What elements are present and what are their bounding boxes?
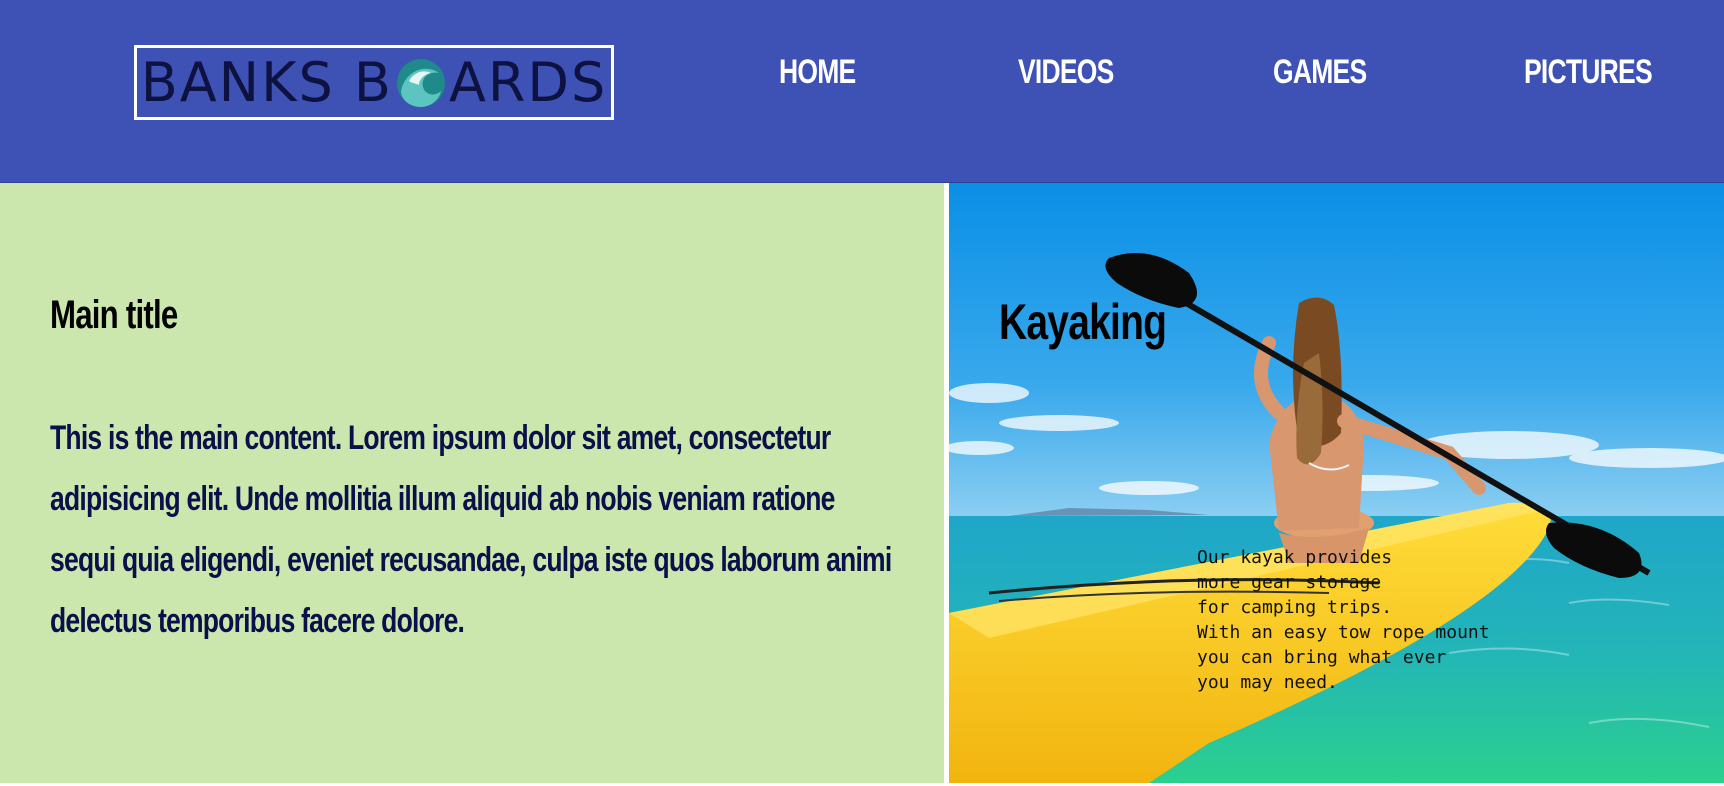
banks-boards-logo[interactable]: BANKS B ARDS bbox=[134, 45, 614, 120]
logo-text-left: BANKS B bbox=[140, 51, 393, 114]
nav-home-link[interactable]: HOME bbox=[779, 52, 856, 92]
nav-games-link[interactable]: GAMES bbox=[1273, 52, 1367, 92]
nav-pictures-link[interactable]: PICTURES bbox=[1524, 52, 1653, 92]
main-content-panel: Main title This is the main content. Lor… bbox=[0, 183, 944, 783]
site-header: BANKS B ARDS HOME VIDEOS GAMES PICTURES bbox=[0, 0, 1724, 183]
main-content-text: This is the main content. Lorem ipsum do… bbox=[50, 419, 892, 640]
kayaking-feature-panel: Kayaking Our kayak provides more gear st… bbox=[949, 183, 1724, 783]
wave-icon bbox=[396, 58, 445, 107]
kayaking-title: Kayaking bbox=[999, 294, 1167, 350]
nav-videos-link[interactable]: VIDEOS bbox=[1018, 52, 1114, 92]
kayaking-description: Our kayak provides more gear storage for… bbox=[1197, 547, 1490, 693]
logo-text-right: ARDS bbox=[448, 51, 608, 114]
main-title: Main title bbox=[50, 293, 178, 337]
